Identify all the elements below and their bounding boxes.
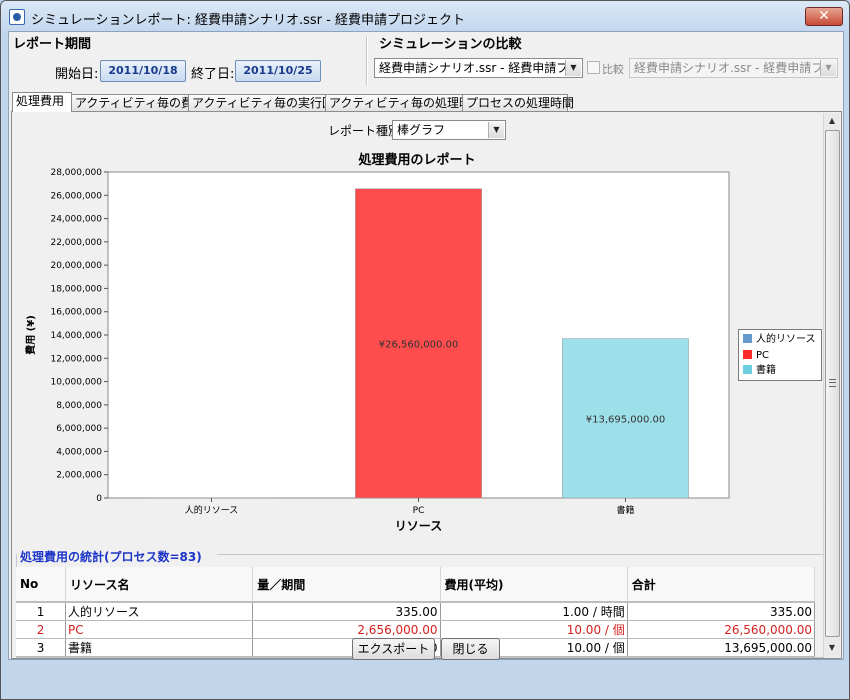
y-tick-label: 22,000,000 bbox=[50, 238, 102, 248]
comparison-title: シミュレーションの比較 bbox=[379, 37, 522, 52]
start-date-button[interactable]: 2011/10/18 bbox=[100, 60, 186, 82]
row-avg-cost: 1.00 / 時間 bbox=[440, 602, 628, 621]
legend-item-books: 書籍 bbox=[743, 364, 776, 378]
title-bar: シミュレーションレポート: 経費申請シナリオ.ssr - 経費申請プロジェクト … bbox=[1, 1, 849, 31]
legend-label-human: 人的リソース bbox=[756, 334, 816, 345]
group-divider bbox=[366, 36, 368, 86]
x-tick-label: 人的リソース bbox=[185, 504, 239, 516]
export-button[interactable]: エクスポート bbox=[352, 638, 435, 660]
column-header-total[interactable]: 合計 bbox=[627, 567, 816, 603]
table-row[interactable]: 1 人的リソース 335.00 1.00 / 時間 335.00 bbox=[16, 602, 816, 621]
tab-time-per-activity[interactable]: アクティビティ毎の処理時間 bbox=[325, 94, 483, 111]
grip-icon bbox=[829, 379, 836, 387]
app-icon bbox=[9, 9, 25, 25]
y-tick-label: 26,000,000 bbox=[50, 191, 102, 201]
column-header-no[interactable]: No bbox=[16, 567, 67, 603]
x-tick-label: 書籍 bbox=[616, 504, 634, 516]
end-date-button[interactable]: 2011/10/25 bbox=[235, 60, 321, 82]
y-tick-label: 18,000,000 bbox=[50, 284, 102, 294]
tab-process-time[interactable]: プロセスの処理時間 bbox=[462, 94, 574, 111]
row-total: 26,560,000.00 bbox=[627, 620, 816, 639]
window-close-button[interactable]: ✕ bbox=[805, 7, 843, 26]
close-button[interactable]: 閉じる bbox=[441, 638, 500, 660]
y-tick-label: 28,000,000 bbox=[50, 168, 102, 178]
tab-processing-cost[interactable]: 処理費用 bbox=[12, 92, 72, 112]
data-label: ¥13,695,000.00 bbox=[586, 414, 666, 425]
window-title: シミュレーションレポート: 経費申請シナリオ.ssr - 経費申請プロジェクト bbox=[31, 13, 465, 28]
chevron-down-icon: ▼ bbox=[820, 60, 836, 76]
y-tick-label: 0 bbox=[96, 494, 102, 504]
bar-chart: 0 2,000,000 4,000,000 6,000,000 8,000,000 10,… bbox=[24, 168, 730, 533]
row-resource-name: 書籍 bbox=[65, 638, 254, 657]
row-resource-name: 人的リソース bbox=[65, 602, 254, 621]
column-header-amount[interactable]: 量／期間 bbox=[252, 567, 441, 603]
x-axis-title: リソース bbox=[395, 519, 442, 533]
compare-checkbox[interactable] bbox=[587, 61, 600, 74]
scrollbar-thumb[interactable] bbox=[825, 130, 840, 637]
legend-item-pc: PC bbox=[743, 349, 769, 363]
row-amount: 335.00 bbox=[252, 602, 441, 621]
legend-swatch-books bbox=[743, 365, 752, 374]
window-content: レポート期間 開始日: 2011/10/18 終了日: 2011/10/25 シ… bbox=[8, 31, 844, 660]
tab-cost-per-activity[interactable]: アクティビティ毎の費用 bbox=[71, 94, 205, 111]
chart-legend: 人的リソース PC 書籍 bbox=[738, 329, 822, 381]
table-row[interactable]: 2 PC 2,656,000.00 10.00 / 個 26,560,000.0… bbox=[16, 620, 816, 639]
data-label: ¥26,560,000.00 bbox=[379, 339, 459, 350]
scroll-up-arrow-icon[interactable]: ▲ bbox=[825, 114, 839, 128]
scenario-select-value: 経費申請シナリオ.ssr - 経費申請プ... bbox=[379, 61, 580, 75]
row-amount: 2,656,000.00 bbox=[252, 620, 441, 639]
y-tick-label: 24,000,000 bbox=[50, 215, 102, 225]
vertical-scrollbar[interactable]: ▲ ▼ bbox=[823, 113, 840, 657]
y-tick-label: 8,000,000 bbox=[56, 401, 102, 411]
end-date-label: 終了日: bbox=[191, 67, 235, 82]
row-resource-name: PC bbox=[65, 620, 254, 639]
legend-label-pc: PC bbox=[756, 350, 770, 361]
chevron-down-icon: ▼ bbox=[565, 60, 581, 76]
row-total: 335.00 bbox=[627, 602, 816, 621]
column-header-resource-name[interactable]: リソース名 bbox=[65, 567, 254, 603]
stats-header-row: No リソース名 量／期間 費用(平均) 合計 bbox=[16, 567, 816, 603]
y-tick-label: 14,000,000 bbox=[50, 331, 102, 341]
compare-select-value: 経費申請シナリオ.ssr - 経費申請プ... bbox=[634, 61, 835, 75]
row-no: 2 bbox=[16, 620, 67, 639]
compare-label: 比較 bbox=[602, 63, 624, 76]
y-tick-label: 10,000,000 bbox=[50, 378, 102, 388]
row-avg-cost: 10.00 / 個 bbox=[440, 620, 628, 639]
row-no: 3 bbox=[16, 638, 67, 657]
compare-scenario-select[interactable]: 経費申請シナリオ.ssr - 経費申請プ... ▼ bbox=[629, 58, 838, 78]
legend-swatch-pc bbox=[743, 350, 752, 359]
legend-swatch-human bbox=[743, 334, 752, 343]
start-date-label: 開始日: bbox=[55, 67, 99, 82]
y-tick-label: 12,000,000 bbox=[50, 354, 102, 364]
x-tick-label: PC bbox=[413, 506, 425, 516]
report-window: シミュレーションレポート: 経費申請シナリオ.ssr - 経費申請プロジェクト … bbox=[0, 0, 850, 700]
scenario-select[interactable]: 経費申請シナリオ.ssr - 経費申請プ... ▼ bbox=[374, 58, 583, 78]
y-tick-label: 2,000,000 bbox=[56, 471, 102, 481]
report-period-title: レポート期間 bbox=[13, 37, 92, 52]
y-tick-label: 16,000,000 bbox=[50, 308, 102, 318]
legend-item-human: 人的リソース bbox=[743, 333, 816, 347]
row-no: 1 bbox=[16, 602, 67, 621]
scroll-down-arrow-icon[interactable]: ▼ bbox=[825, 641, 839, 655]
column-header-avg-cost[interactable]: 費用(平均) bbox=[440, 567, 628, 603]
y-tick-label: 4,000,000 bbox=[56, 447, 102, 457]
stats-title: 処理費用の統計(プロセス数=83) bbox=[20, 550, 202, 564]
tab-executions-per-activity[interactable]: アクティビティ毎の実行回数 bbox=[188, 94, 346, 111]
y-tick-label: 20,000,000 bbox=[50, 261, 102, 271]
y-tick-label: 6,000,000 bbox=[56, 424, 102, 434]
row-total: 13,695,000.00 bbox=[627, 638, 816, 657]
y-axis-title: 費用 (¥) bbox=[24, 315, 37, 355]
legend-label-books: 書籍 bbox=[756, 365, 776, 376]
tab-panel: レポート種別: 棒グラフ ▼ 処理費用のレポート 0 2,000,000 4,000… bbox=[11, 111, 842, 659]
